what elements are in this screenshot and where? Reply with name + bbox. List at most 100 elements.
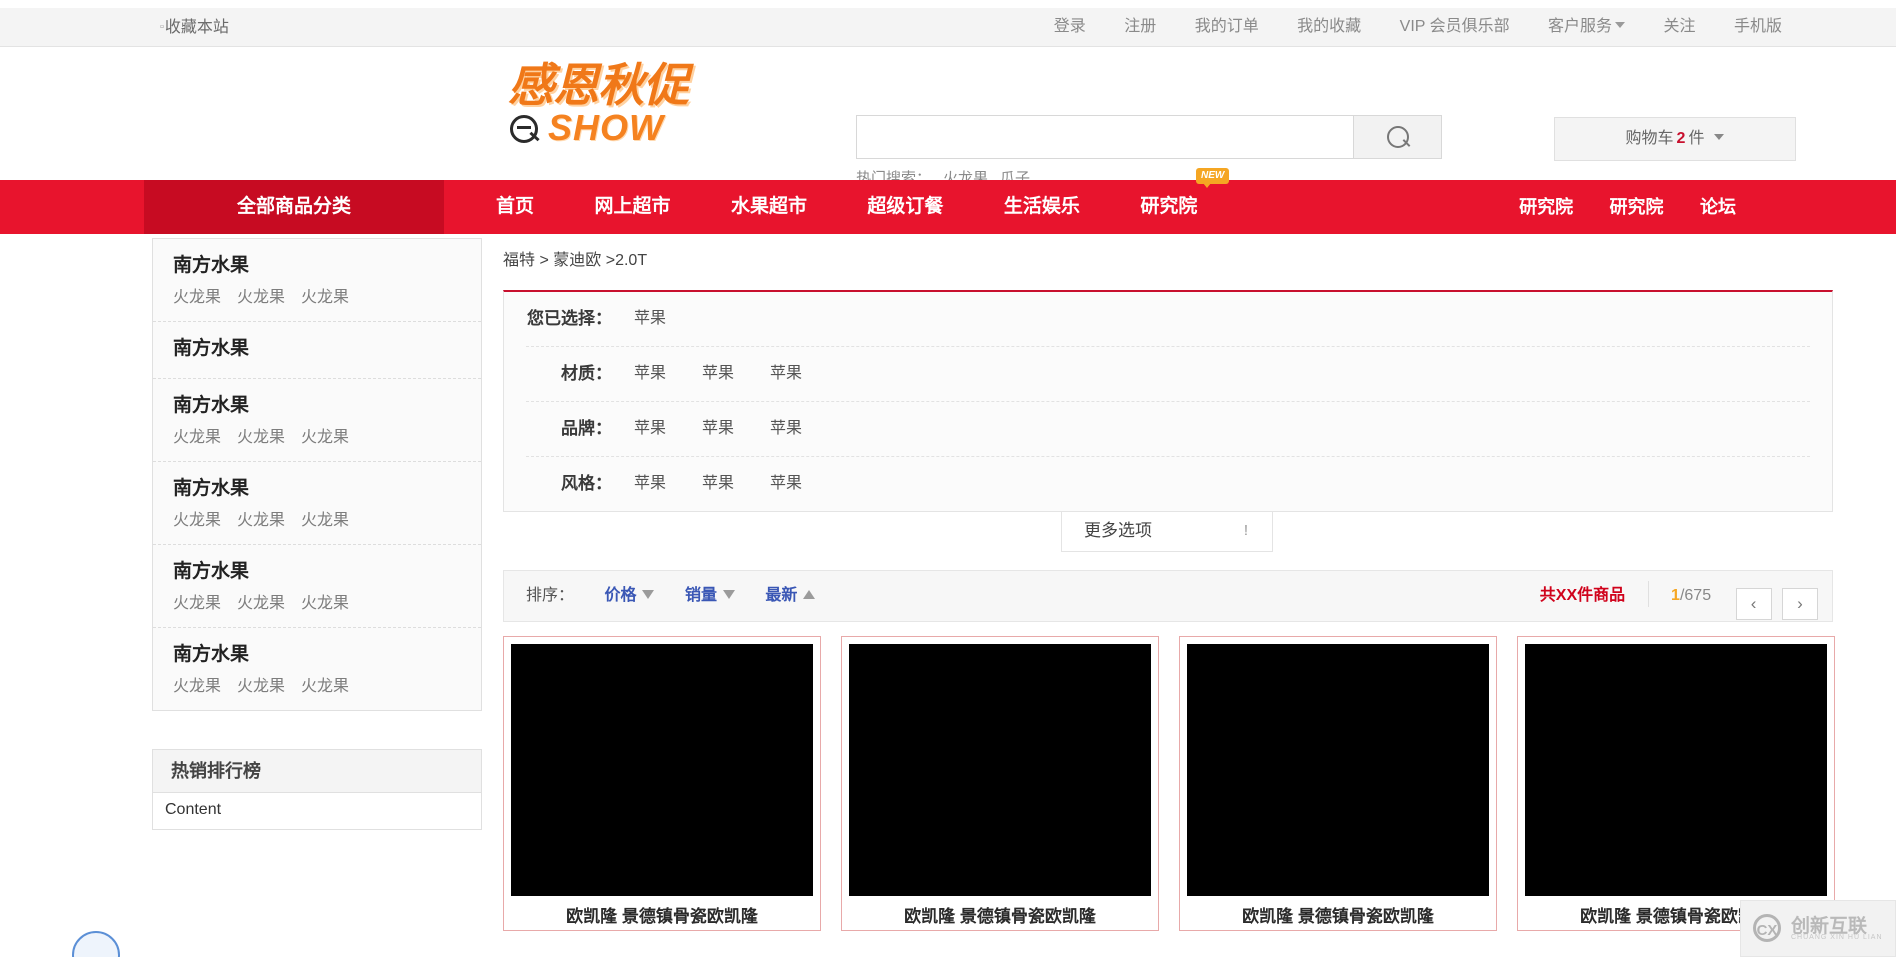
- category-link[interactable]: 火龙果: [301, 672, 349, 696]
- filter-value[interactable]: 苹果: [770, 360, 802, 388]
- nav-item-super-dining[interactable]: 超级订餐: [839, 180, 971, 234]
- chevron-down-icon: [1714, 134, 1725, 140]
- category-title[interactable]: 南方水果: [173, 557, 461, 587]
- filter-panel: 您已选择： 苹果 材质： 苹果 苹果 苹果 品牌： 苹果 苹果 苹果 风格： 苹…: [503, 290, 1833, 512]
- chevron-down-icon: [1615, 22, 1626, 28]
- filter-row-style: 风格： 苹果 苹果 苹果: [526, 457, 1810, 511]
- top-link-follow[interactable]: 关注: [1664, 8, 1696, 46]
- category-group: 南方水果 火龙果 火龙果 火龙果: [153, 462, 481, 545]
- category-link[interactable]: 火龙果: [237, 672, 285, 696]
- top-link-my-favorites[interactable]: 我的收藏: [1297, 8, 1361, 46]
- filter-value[interactable]: 苹果: [702, 360, 734, 388]
- top-utility-bar: ▫收藏本站 登录 注册 我的订单 我的收藏 VIP 会员俱乐部 客户服务 关注 …: [0, 8, 1896, 47]
- sort-by-newest[interactable]: 最新: [765, 587, 816, 604]
- breadcrumb-item-2[interactable]: 蒙迪欧: [553, 252, 601, 269]
- cart-button[interactable]: 购物车 2 件: [1554, 117, 1796, 161]
- filter-row-material: 材质： 苹果 苹果 苹果: [526, 347, 1810, 402]
- top-link-register[interactable]: 注册: [1124, 8, 1156, 46]
- product-title[interactable]: 欧凯隆 景德镇骨瓷欧凯隆: [1187, 904, 1489, 930]
- nav-item-research-institute[interactable]: 研究院 NEW: [1112, 168, 1230, 234]
- category-link[interactable]: 火龙果: [301, 589, 349, 613]
- product-thumbnail[interactable]: [849, 644, 1151, 896]
- category-title[interactable]: 南方水果: [173, 391, 461, 421]
- category-link[interactable]: 火龙果: [173, 506, 221, 530]
- filter-value[interactable]: 苹果: [770, 470, 802, 498]
- nav-right-item-2[interactable]: 研究院: [1594, 180, 1680, 234]
- product-title[interactable]: 欧凯隆 景德镇骨瓷欧凯隆: [511, 904, 813, 930]
- page-indicator: 1/675: [1671, 587, 1711, 604]
- prev-page-button[interactable]: ‹: [1735, 588, 1772, 620]
- arrow-down-icon: [722, 590, 735, 599]
- category-group: 南方水果 火龙果 火龙果 火龙果: [153, 379, 481, 462]
- category-title[interactable]: 南方水果: [173, 334, 461, 364]
- product-card[interactable]: 欧凯隆 景德镇骨瓷欧凯隆: [841, 636, 1159, 931]
- category-link[interactable]: 火龙果: [237, 506, 285, 530]
- product-card[interactable]: 欧凯隆 景德镇骨瓷欧凯隆: [1517, 636, 1835, 931]
- category-group: 南方水果 火龙果 火龙果 火龙果: [153, 545, 481, 628]
- filter-value[interactable]: 苹果: [770, 415, 802, 443]
- nav-item-home[interactable]: 首页: [468, 180, 562, 234]
- filter-value[interactable]: 苹果: [702, 415, 734, 443]
- category-link[interactable]: 火龙果: [173, 423, 221, 447]
- nav-right-item-1[interactable]: 研究院: [1503, 180, 1589, 234]
- site-header: 感恩秋促 SHOW 热门搜索： 火龙果 瓜子 购物车 2 件: [0, 47, 1896, 187]
- sidebar: 南方水果 火龙果 火龙果 火龙果 南方水果 南方水果 火龙果 火龙果 火龙果 南…: [152, 238, 482, 830]
- breadcrumb-item-3[interactable]: 2.0T: [615, 252, 647, 269]
- filter-values: 苹果 苹果 苹果: [634, 360, 1810, 388]
- filter-value[interactable]: 苹果: [634, 305, 666, 333]
- search-button[interactable]: [1353, 116, 1441, 158]
- nav-item-online-supermarket[interactable]: 网上超市: [566, 180, 698, 234]
- product-title[interactable]: 欧凯隆 景德镇骨瓷欧凯隆: [849, 904, 1151, 930]
- category-title[interactable]: 南方水果: [173, 251, 461, 281]
- arrow-up-icon: [803, 590, 816, 599]
- top-link-my-orders[interactable]: 我的订单: [1195, 8, 1259, 46]
- category-link[interactable]: 火龙果: [301, 506, 349, 530]
- category-title[interactable]: 南方水果: [173, 474, 461, 504]
- new-badge: NEW: [1196, 168, 1230, 188]
- category-links: 火龙果 火龙果 火龙果: [173, 283, 461, 307]
- category-title[interactable]: 南方水果: [173, 640, 461, 670]
- search-input[interactable]: [857, 116, 1355, 158]
- product-thumbnail[interactable]: [511, 644, 813, 896]
- product-card[interactable]: 欧凯隆 景德镇骨瓷欧凯隆: [503, 636, 821, 931]
- nav-right-item-forum[interactable]: 论坛: [1684, 180, 1752, 234]
- product-thumbnail[interactable]: [1187, 644, 1489, 896]
- top-link-login[interactable]: 登录: [1054, 8, 1086, 46]
- filter-value[interactable]: 苹果: [634, 415, 666, 443]
- site-logo[interactable]: 感恩秋促 SHOW: [508, 59, 738, 151]
- filter-value[interactable]: 苹果: [702, 470, 734, 498]
- sort-by-price[interactable]: 价格: [604, 587, 655, 604]
- sort-by-sales[interactable]: 销量: [685, 587, 735, 604]
- top-link-customer-service[interactable]: 客户服务: [1548, 8, 1626, 46]
- page-current: 1: [1671, 587, 1680, 604]
- top-link-mobile[interactable]: 手机版: [1734, 8, 1782, 46]
- category-link[interactable]: 火龙果: [237, 283, 285, 307]
- breadcrumb-separator: >: [539, 252, 549, 269]
- category-link[interactable]: 火龙果: [237, 423, 285, 447]
- category-link[interactable]: 火龙果: [301, 283, 349, 307]
- product-thumbnail[interactable]: [1525, 644, 1827, 896]
- filter-row-selected: 您已选择： 苹果: [526, 292, 1810, 347]
- category-link[interactable]: 火龙果: [237, 589, 285, 613]
- all-categories-button[interactable]: 全部商品分类: [144, 180, 444, 234]
- more-options-button[interactable]: 更多选项 !: [1061, 512, 1273, 552]
- category-link[interactable]: 火龙果: [173, 589, 221, 613]
- product-card[interactable]: 欧凯隆 景德镇骨瓷欧凯隆: [1179, 636, 1497, 931]
- category-links: 火龙果 火龙果 火龙果: [173, 589, 461, 613]
- filter-value[interactable]: 苹果: [634, 470, 666, 498]
- next-page-button[interactable]: ›: [1782, 588, 1818, 620]
- filter-value[interactable]: 苹果: [634, 360, 666, 388]
- category-link[interactable]: 火龙果: [173, 672, 221, 696]
- category-link[interactable]: 火龙果: [301, 423, 349, 447]
- category-link[interactable]: 火龙果: [173, 283, 221, 307]
- filter-row-brand: 品牌： 苹果 苹果 苹果: [526, 402, 1810, 457]
- category-links: 火龙果 火龙果 火龙果: [173, 672, 461, 696]
- watermark-logo-icon: CX: [1753, 914, 1781, 942]
- top-link-vip-club[interactable]: VIP 会员俱乐部: [1400, 8, 1510, 46]
- hot-ranking-title: 热销排行榜: [153, 750, 481, 793]
- breadcrumb-item-1[interactable]: 福特: [503, 252, 535, 269]
- nav-item-life-entertainment[interactable]: 生活娱乐: [976, 180, 1108, 234]
- favorite-site-link[interactable]: ▫收藏本站: [160, 8, 229, 46]
- nav-item-fruit-supermarket[interactable]: 水果超市: [703, 180, 835, 234]
- nav-item-list: 首页 网上超市 水果超市 超级订餐 生活娱乐 研究院 NEW: [468, 168, 1230, 234]
